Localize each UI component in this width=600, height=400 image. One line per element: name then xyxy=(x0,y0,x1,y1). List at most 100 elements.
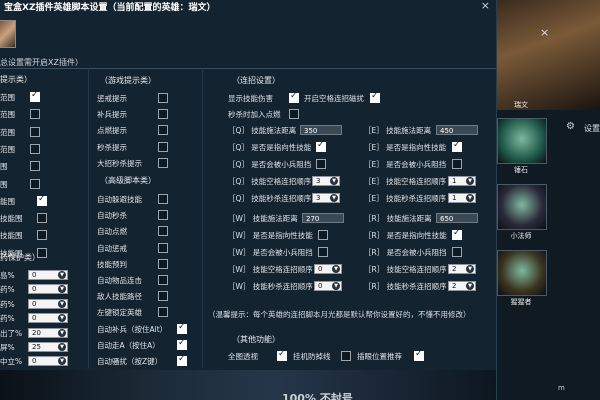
col1-option-checkbox[interactable] xyxy=(30,178,40,189)
advanced-script-checkbox[interactable] xyxy=(158,258,168,269)
potion-threshold-select[interactable]: 0 ▼ xyxy=(28,270,68,280)
game-hint-checkbox[interactable] xyxy=(158,141,168,152)
col1-option-checkbox[interactable] xyxy=(30,161,40,172)
col1-option-checkbox[interactable] xyxy=(30,90,40,102)
game-hint-checkbox[interactable] xyxy=(158,93,168,103)
ignite-checkbox[interactable] xyxy=(289,109,299,119)
potion-threshold-select[interactable]: 25 ▼ xyxy=(28,342,68,352)
col1-option-label: 范围 xyxy=(0,93,15,102)
close-icon[interactable]: × xyxy=(481,0,490,12)
advanced-script-checkbox[interactable] xyxy=(158,226,168,237)
advanced-script-checkbox[interactable] xyxy=(177,354,187,366)
other-feature-checkbox[interactable] xyxy=(277,349,287,361)
champion-portrait[interactable] xyxy=(497,118,547,164)
col1-option-checkbox[interactable] xyxy=(37,230,47,241)
col1-option-checkbox[interactable] xyxy=(30,143,40,154)
settings-label[interactable]: 设置 xyxy=(584,123,600,134)
potion-threshold-label: 药% xyxy=(0,285,15,295)
game-hint-checkbox[interactable] xyxy=(158,157,168,168)
skill-e-targeted-label: ［E］ 是否是指向性技能 xyxy=(364,143,447,152)
skill-r-block-checkbox[interactable] xyxy=(452,247,462,257)
potion-threshold-select[interactable]: 0 ▼ xyxy=(28,284,68,295)
skill-q-space-order-select[interactable]: 3 ▼ xyxy=(312,176,340,186)
col1-option-label: 范围 xyxy=(0,110,15,120)
game-hint-label: 大招秒杀提示 xyxy=(97,158,142,168)
champion-portrait[interactable] xyxy=(497,250,547,296)
potion-threshold-label: 中立% xyxy=(0,357,23,367)
skill-q-range-input[interactable]: 350 xyxy=(300,125,342,135)
advanced-script-checkbox[interactable] xyxy=(158,194,168,204)
skill-w-space-order-select[interactable]: 0 ▼ xyxy=(314,264,342,274)
advanced-script-checkbox[interactable] xyxy=(158,242,168,253)
skill-q-targeted-checkbox[interactable] xyxy=(316,140,326,152)
skill-w-kill-order-select[interactable]: 0 ▼ xyxy=(314,281,342,291)
advanced-script-checkbox[interactable] xyxy=(158,307,168,318)
skill-q-block-label: ［Q］ 是否会被小兵阻挡 xyxy=(228,160,312,169)
subtitle: 总设置需开启XZ插件） xyxy=(0,58,83,67)
skill-w-block-label: ［W］ 是否会被小兵阻挡 xyxy=(228,248,313,257)
space-combo-checkbox[interactable] xyxy=(370,91,380,103)
gear-icon[interactable]: ⚙ xyxy=(566,121,575,132)
champion-portrait[interactable] xyxy=(497,184,547,230)
select-value: 1 xyxy=(452,177,457,185)
advanced-script-label: 自动物品连击 xyxy=(97,276,142,285)
show-damage-label: 显示技能伤害 xyxy=(228,94,273,103)
other-feature-checkbox[interactable] xyxy=(414,349,424,361)
skill-e-block-checkbox[interactable] xyxy=(452,159,462,169)
champion-name: 小法师 xyxy=(510,232,532,240)
col1-option-checkbox[interactable] xyxy=(30,126,40,137)
col1-option-checkbox[interactable] xyxy=(37,194,47,206)
skill-r-targeted-checkbox[interactable] xyxy=(452,228,462,240)
potion-threshold-select[interactable]: 0 ▼ xyxy=(28,356,68,367)
col1-option-checkbox[interactable] xyxy=(30,109,40,120)
col1-option-label: 范围 xyxy=(0,144,15,154)
skill-q-kill-order-select[interactable]: 3 ▼ xyxy=(312,193,340,203)
skill-e-range-input[interactable]: 450 xyxy=(436,125,478,135)
skill-q-targeted-label: ［Q］ 是否是指向性技能 xyxy=(228,143,312,152)
divider xyxy=(0,68,496,69)
advanced-script-checkbox[interactable] xyxy=(158,275,168,285)
panel-close-icon[interactable]: × xyxy=(540,26,549,39)
title-bar[interactable]: 宝盒XZ插件英雄脚本设置（当前配置的英雄：瑞文） × xyxy=(0,0,496,14)
chevron-down-icon: ▼ xyxy=(58,328,66,337)
show-damage-checkbox[interactable] xyxy=(289,91,299,103)
skill-r-space-order-select[interactable]: 2 ▼ xyxy=(448,264,476,274)
advanced-script-checkbox[interactable] xyxy=(177,338,187,350)
settings-window: 宝盒XZ插件英雄脚本设置（当前配置的英雄：瑞文） × 总设置需开启XZ插件） 提… xyxy=(0,0,497,400)
game-hint-label: 点燃提示 xyxy=(97,126,127,136)
other-header: （其他功能） xyxy=(232,335,280,344)
chevron-down-icon: ▼ xyxy=(466,282,474,290)
ad-banner[interactable]: 100% 不封号 xyxy=(0,370,496,400)
advanced-script-label: 敌人技能路径 xyxy=(97,292,142,302)
chevron-down-icon: ▼ xyxy=(466,194,474,202)
potion-threshold-select[interactable]: 0 ▼ xyxy=(28,313,68,324)
game-hint-checkbox[interactable] xyxy=(158,109,168,120)
col1-option-checkbox[interactable] xyxy=(37,213,47,224)
skill-e-kill-order-select[interactable]: 1 ▼ xyxy=(448,193,476,203)
skill-w-block-checkbox[interactable] xyxy=(318,247,328,257)
chevron-down-icon: ▼ xyxy=(466,177,474,185)
advanced-script-checkbox[interactable] xyxy=(177,322,187,334)
advanced-script-label: 自动秒杀 xyxy=(97,211,127,221)
skill-w-targeted-checkbox[interactable] xyxy=(318,230,328,240)
skill-e-space-order-select[interactable]: 1 ▼ xyxy=(448,176,476,186)
game-hint-checkbox[interactable] xyxy=(158,125,168,136)
skill-w-range-input[interactable]: 270 xyxy=(302,213,344,223)
select-value: 2 xyxy=(452,265,457,273)
potion-threshold-select[interactable]: 20 ▼ xyxy=(28,327,68,338)
skill-q-kill-order-label: ［Q］ 技能秒杀连招顺序 xyxy=(228,194,312,203)
advanced-script-checkbox[interactable] xyxy=(158,210,168,221)
advanced-script-label: 自动惩戒 xyxy=(97,243,127,253)
skill-w-range-label: ［W］ 技能施法距离 xyxy=(228,214,298,223)
other-feature-checkbox[interactable] xyxy=(341,351,351,361)
potion-threshold-select[interactable]: 0 ▼ xyxy=(28,298,68,309)
advanced-script-checkbox[interactable] xyxy=(158,291,168,302)
column-divider xyxy=(88,68,89,368)
skill-r-kill-order-select[interactable]: 2 ▼ xyxy=(448,281,476,291)
col1-option-label: 技能围 xyxy=(0,231,23,241)
col3-header: （连招设置） xyxy=(232,76,280,85)
skill-e-targeted-checkbox[interactable] xyxy=(452,140,462,152)
col1-header2: 药保护类） xyxy=(0,253,40,262)
skill-q-block-checkbox[interactable] xyxy=(316,159,326,169)
skill-r-range-input[interactable]: 650 xyxy=(436,213,478,223)
